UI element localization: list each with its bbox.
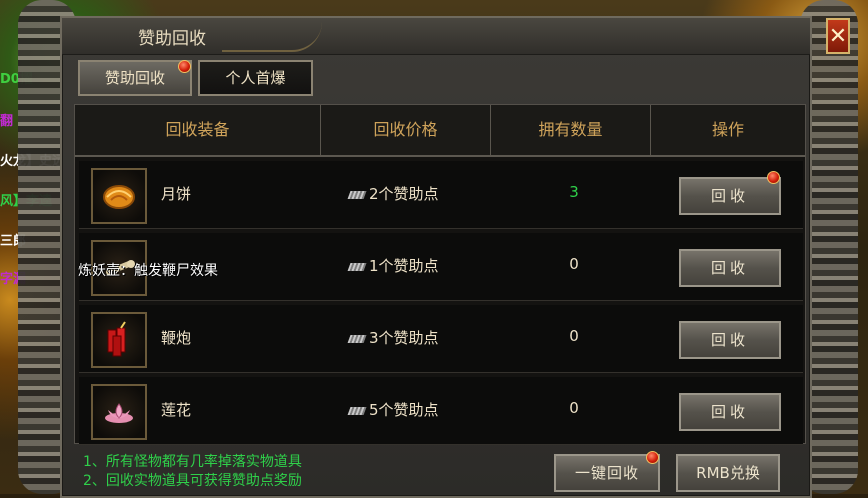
price-text: 2个赞助点 bbox=[369, 185, 439, 203]
ticket-icon bbox=[347, 334, 367, 343]
ticket-icon bbox=[347, 190, 367, 199]
table-row: 月饼 2个赞助点 3 回收 bbox=[79, 161, 803, 229]
item-price: 2个赞助点 bbox=[347, 183, 439, 204]
item-slot[interactable] bbox=[91, 384, 147, 440]
price-text: 5个赞助点 bbox=[369, 401, 439, 419]
notification-dot-icon bbox=[767, 171, 780, 184]
item-quantity: 3 bbox=[569, 183, 579, 201]
price-text: 3个赞助点 bbox=[369, 329, 439, 347]
firecracker-icon bbox=[107, 321, 126, 357]
item-tooltip: 炼妖壶：触发鞭尸效果 bbox=[78, 263, 218, 279]
item-quantity: 0 bbox=[569, 255, 579, 273]
lotus-icon bbox=[105, 403, 133, 423]
recycle-button[interactable]: 回收 bbox=[679, 321, 781, 359]
header-action: 操作 bbox=[711, 120, 744, 139]
item-name: 莲花 bbox=[161, 401, 192, 419]
tab-label: 个人首爆 bbox=[225, 69, 286, 87]
recycle-button[interactable]: 回收 bbox=[679, 177, 781, 215]
mooncake-icon bbox=[103, 185, 135, 209]
one-click-recycle-button[interactable]: 一键回收 bbox=[554, 454, 660, 492]
ticket-icon bbox=[347, 406, 367, 415]
header-quantity: 拥有数量 bbox=[491, 105, 651, 155]
price-text: 1个赞助点 bbox=[369, 257, 439, 275]
recycle-button[interactable]: 回收 bbox=[679, 249, 781, 287]
table-header: 回收装备 回收价格 拥有数量 操作 bbox=[75, 105, 805, 157]
item-quantity: 0 bbox=[569, 327, 579, 345]
table-row: 鞭炮 3个赞助点 0 回收 bbox=[79, 305, 803, 373]
header-price: 回收价格 bbox=[321, 105, 491, 155]
notification-dot-icon bbox=[178, 60, 191, 73]
title-ornament bbox=[222, 22, 322, 52]
item-price: 1个赞助点 bbox=[347, 255, 439, 276]
notification-dot-icon bbox=[646, 451, 659, 464]
footer-note: 1、所有怪物都有几率掉落实物道具 bbox=[83, 454, 302, 470]
close-button[interactable]: ✕ bbox=[826, 18, 850, 54]
header-equipment: 回收装备 bbox=[75, 105, 321, 155]
footer-note: 2、回收实物道具可获得赞助点奖励 bbox=[83, 473, 302, 489]
recycle-button[interactable]: 回收 bbox=[679, 393, 781, 431]
item-slot[interactable] bbox=[91, 168, 147, 224]
rmb-exchange-button[interactable]: RMB兑换 bbox=[676, 454, 780, 492]
table-row: 莲花 5个赞助点 0 回收 bbox=[79, 377, 803, 445]
tab-personal-first-drop[interactable]: 个人首爆 bbox=[198, 60, 313, 96]
title-bar[interactable]: 赞助回收 bbox=[62, 18, 810, 55]
window-title: 赞助回收 bbox=[138, 29, 206, 49]
tab-label: 赞助回收 bbox=[104, 69, 165, 87]
item-price: 3个赞助点 bbox=[347, 327, 439, 348]
item-name: 月饼 bbox=[161, 185, 192, 203]
tab-sponsor-recycle[interactable]: 赞助回收 bbox=[78, 60, 192, 96]
item-name: 鞭炮 bbox=[161, 329, 192, 347]
bg-label: 翻 bbox=[0, 114, 14, 129]
ticket-icon bbox=[347, 262, 367, 271]
item-quantity: 0 bbox=[569, 399, 579, 417]
item-slot[interactable] bbox=[91, 312, 147, 368]
item-price: 5个赞助点 bbox=[347, 399, 439, 420]
